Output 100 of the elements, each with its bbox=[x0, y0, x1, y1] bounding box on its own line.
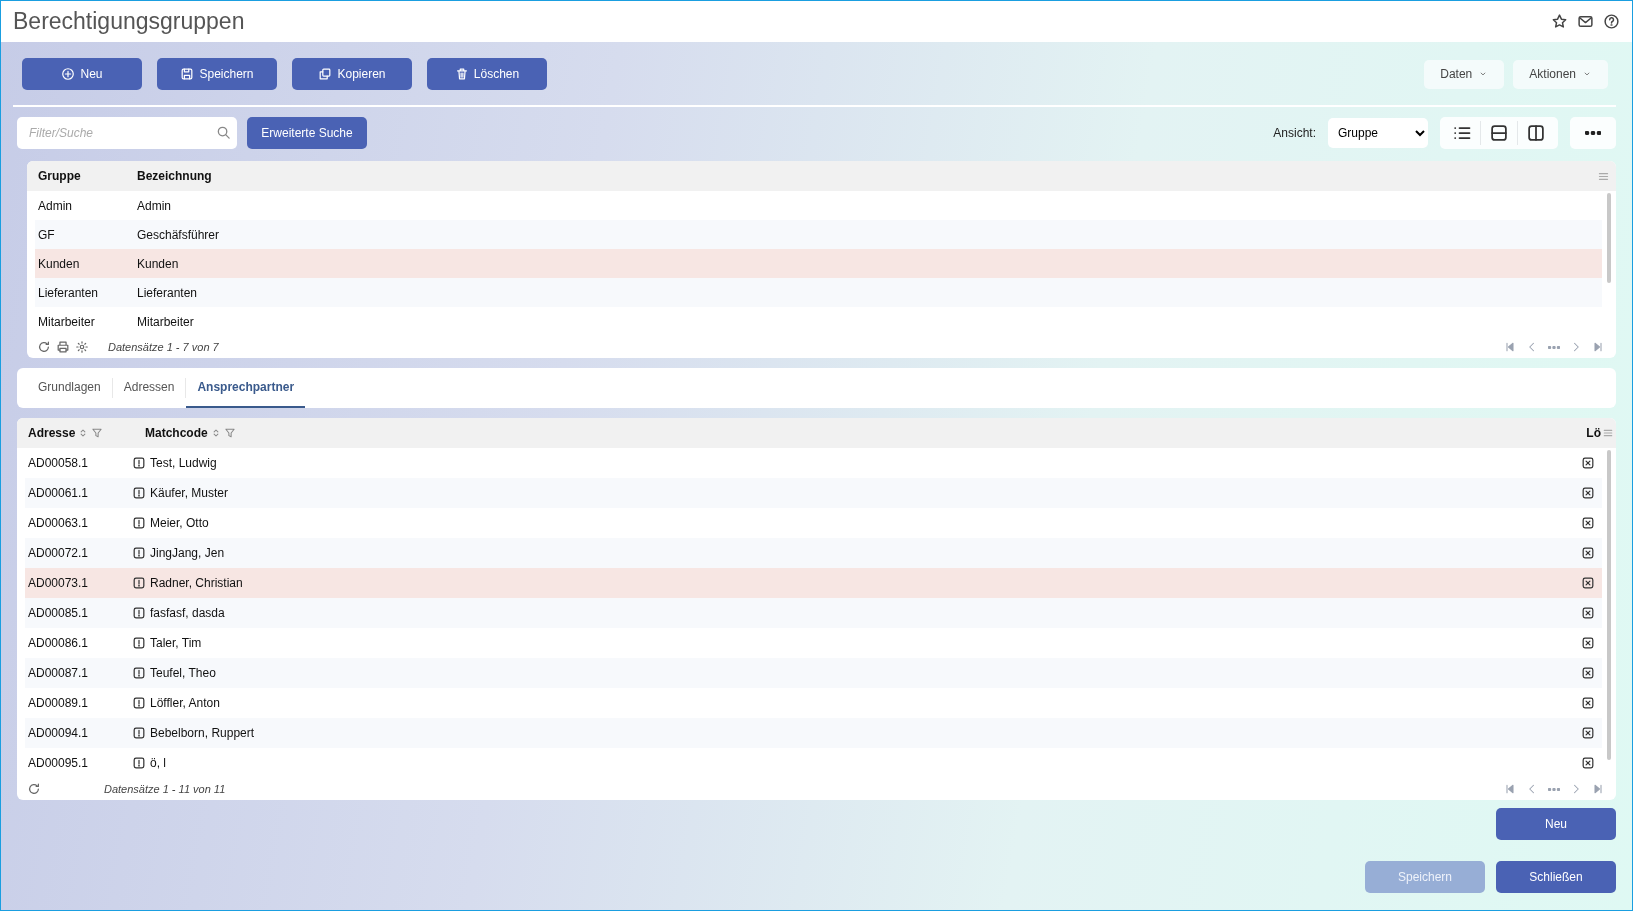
table-cell-text: AD00087.1 bbox=[27, 666, 90, 680]
action-button[interactable]: Schließen bbox=[1496, 861, 1616, 893]
delete-icon[interactable] bbox=[1581, 696, 1595, 710]
dropdown-button[interactable]: Daten bbox=[1424, 59, 1505, 89]
first-page-icon[interactable] bbox=[1504, 783, 1516, 795]
table-row[interactable]: Admin Admin bbox=[35, 191, 1602, 220]
dropdown-button[interactable]: Aktionen bbox=[1513, 59, 1608, 89]
column-header[interactable]: Lö bbox=[1586, 426, 1601, 440]
exclamation-icon bbox=[132, 606, 146, 620]
table-row[interactable]: GF Geschäfsführer bbox=[35, 220, 1602, 249]
star-icon[interactable] bbox=[1551, 13, 1568, 30]
delete-icon[interactable] bbox=[1581, 576, 1595, 590]
last-page-icon[interactable] bbox=[1592, 783, 1604, 795]
table-cell-text: Lieferanten bbox=[136, 285, 199, 300]
toolbar-button[interactable]: Speichern bbox=[157, 58, 277, 90]
table-cell-text: Kunden bbox=[136, 256, 180, 271]
refresh-icon[interactable] bbox=[37, 340, 51, 354]
column-header[interactable]: Matchcode bbox=[145, 426, 208, 440]
advanced-search-button[interactable]: Erweiterte Suche bbox=[247, 117, 367, 149]
column-header[interactable]: Gruppe bbox=[27, 169, 126, 183]
table-row[interactable]: Lieferanten Lieferanten bbox=[35, 278, 1602, 307]
view-label: Ansicht: bbox=[1273, 126, 1316, 140]
search-field[interactable]: Filter/Suche bbox=[17, 117, 237, 149]
table-cell-text: GF bbox=[37, 227, 56, 242]
exclamation-icon bbox=[132, 576, 146, 590]
first-page-icon[interactable] bbox=[1504, 341, 1516, 353]
delete-icon[interactable] bbox=[1581, 456, 1595, 470]
table-row[interactable]: Mitarbeiter Mitarbeiter bbox=[35, 307, 1602, 336]
plus-circle-icon bbox=[61, 67, 76, 81]
exclamation-icon bbox=[132, 456, 146, 470]
table-cell: Käufer, Muster bbox=[150, 486, 229, 500]
refresh-icon[interactable] bbox=[27, 782, 41, 796]
delete-icon[interactable] bbox=[1581, 636, 1595, 650]
table-row[interactable]: AD00094.1 Bebelborn, Ruppert bbox=[25, 718, 1602, 748]
table-cell-text: AD00063.1 bbox=[27, 516, 90, 530]
table-row[interactable]: Kunden Kunden bbox=[35, 249, 1602, 278]
table-cell-text: Mitarbeiter bbox=[136, 314, 195, 329]
table-row[interactable]: AD00095.1 ö, l bbox=[25, 748, 1602, 778]
filter-icon[interactable] bbox=[91, 427, 104, 439]
horizontal-split-icon[interactable] bbox=[1489, 123, 1509, 143]
table-row[interactable]: AD00073.1 Radner, Christian bbox=[25, 568, 1602, 598]
exclamation-icon bbox=[132, 636, 146, 650]
trash-icon bbox=[454, 67, 469, 81]
table-row[interactable]: AD00058.1 Test, Ludwig bbox=[25, 448, 1602, 478]
delete-icon[interactable] bbox=[1581, 516, 1595, 530]
last-page-icon[interactable] bbox=[1592, 341, 1604, 353]
exclamation-icon bbox=[132, 546, 146, 560]
exclamation-icon bbox=[132, 756, 146, 770]
table-row[interactable]: AD00087.1 Teufel, Theo bbox=[25, 658, 1602, 688]
column-header[interactable]: Bezeichnung bbox=[126, 169, 867, 183]
record-count: Datensätze 1 - 7 von 7 bbox=[108, 341, 219, 353]
toolbar-button[interactable]: Löschen bbox=[427, 58, 547, 90]
table-row[interactable]: AD00086.1 Taler, Tim bbox=[25, 628, 1602, 658]
exclamation-icon bbox=[132, 696, 146, 710]
table-cell: ö, l bbox=[150, 756, 166, 770]
toolbar-button[interactable]: Kopieren bbox=[292, 58, 412, 90]
exclamation-icon bbox=[132, 516, 146, 530]
toolbar-button[interactable]: Neu bbox=[22, 58, 142, 90]
scrollbar[interactable] bbox=[1607, 450, 1611, 760]
tab[interactable]: Ansprechpartner bbox=[186, 368, 306, 408]
action-button: Speichern bbox=[1365, 861, 1485, 893]
delete-icon[interactable] bbox=[1581, 756, 1595, 770]
table-row[interactable]: AD00072.1 JingJang, Jen bbox=[25, 538, 1602, 568]
table-cell-text: AD00072.1 bbox=[27, 546, 90, 560]
table-cell-text: AD00086.1 bbox=[27, 636, 90, 650]
ellipsis-icon[interactable] bbox=[1548, 787, 1560, 791]
table-cell-text: Admin bbox=[37, 198, 73, 213]
table-row[interactable]: AD00089.1 Löffler, Anton bbox=[25, 688, 1602, 718]
tab[interactable]: Adressen bbox=[112, 368, 186, 408]
more-button[interactable] bbox=[1570, 117, 1616, 149]
table-cell: JingJang, Jen bbox=[150, 546, 225, 560]
new-button[interactable]: Neu bbox=[1496, 808, 1616, 840]
delete-icon[interactable] bbox=[1581, 666, 1595, 680]
delete-icon[interactable] bbox=[1581, 726, 1595, 740]
copy-icon bbox=[318, 67, 333, 81]
printer-icon[interactable] bbox=[56, 340, 70, 354]
settings-icon[interactable] bbox=[75, 340, 89, 354]
delete-icon[interactable] bbox=[1581, 546, 1595, 560]
table-cell: Radner, Christian bbox=[150, 576, 243, 590]
view-select[interactable]: Gruppe bbox=[1328, 118, 1428, 148]
table-cell-text: Admin bbox=[136, 198, 172, 213]
table-row[interactable]: AD00063.1 Meier, Otto bbox=[25, 508, 1602, 538]
delete-icon[interactable] bbox=[1581, 486, 1595, 500]
table-cell: Taler, Tim bbox=[150, 636, 202, 650]
table-row[interactable]: AD00085.1 fasfasf, dasda bbox=[25, 598, 1602, 628]
table-cell-text: AD00089.1 bbox=[27, 696, 90, 710]
tab[interactable]: Grundlagen bbox=[27, 368, 112, 408]
ellipsis-icon[interactable] bbox=[1548, 345, 1560, 349]
help-icon[interactable] bbox=[1603, 13, 1620, 30]
filter-icon[interactable] bbox=[223, 427, 236, 439]
table-cell-text: Lieferanten bbox=[37, 285, 100, 300]
mail-icon[interactable] bbox=[1577, 13, 1594, 30]
table-row[interactable]: AD00061.1 Käufer, Muster bbox=[25, 478, 1602, 508]
table-cell-text: AD00058.1 bbox=[27, 456, 90, 470]
delete-icon[interactable] bbox=[1581, 606, 1595, 620]
search-icon bbox=[216, 125, 231, 140]
column-header[interactable]: Adresse bbox=[28, 426, 76, 440]
vertical-split-icon[interactable] bbox=[1526, 123, 1546, 143]
scrollbar[interactable] bbox=[1607, 193, 1611, 283]
exclamation-icon bbox=[132, 486, 146, 500]
